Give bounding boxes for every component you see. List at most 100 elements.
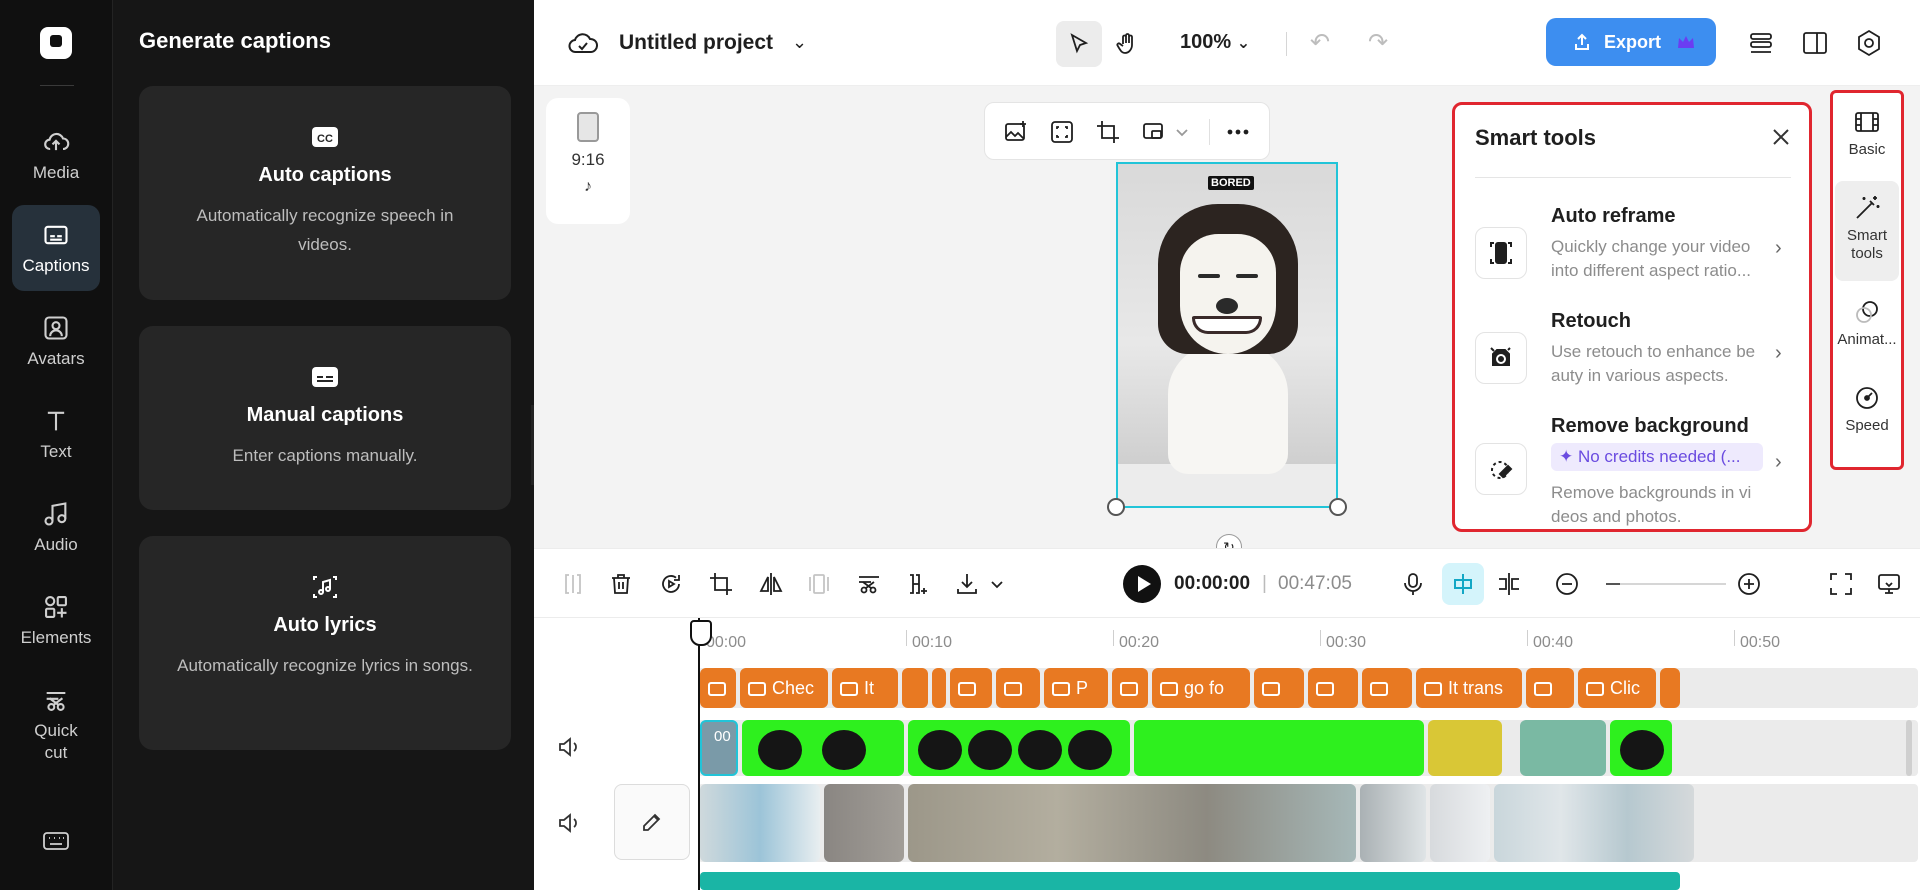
rotate-handle[interactable]: ↻ <box>1216 534 1242 548</box>
fit-frame-icon[interactable] <box>1049 119 1075 145</box>
speaker-icon[interactable] <box>556 734 582 760</box>
caption-clip[interactable] <box>932 668 946 708</box>
video-clip[interactable]: 00 <box>700 720 738 776</box>
chevron-down-icon[interactable]: ⌄ <box>792 32 807 53</box>
settings-gear-icon[interactable] <box>1854 28 1884 58</box>
nav-item-quick-cut[interactable]: Quick cut <box>12 670 100 770</box>
broll-clip[interactable] <box>1494 784 1694 862</box>
video-clip[interactable] <box>908 720 1130 776</box>
freeze-frame-icon[interactable] <box>806 571 832 597</box>
caption-clip[interactable] <box>1362 668 1412 708</box>
crop-icon[interactable] <box>1095 119 1121 145</box>
remove-background-icon <box>1475 443 1527 495</box>
zoom-slider[interactable] <box>1606 583 1726 585</box>
auto-lyrics-card[interactable]: Auto lyrics Automatically recognize lyri… <box>139 536 511 750</box>
broll-clip[interactable] <box>908 784 1356 862</box>
zoom-select[interactable]: 100% ⌄ <box>1180 31 1250 54</box>
caption-clip[interactable]: It <box>832 668 898 708</box>
select-tool-button[interactable] <box>1056 21 1102 67</box>
auto-reframe-item[interactable]: Auto reframe Quickly change your video i… <box>1475 205 1795 305</box>
video-clip[interactable] <box>1134 720 1424 776</box>
nav-item-elements[interactable]: Elements <box>12 577 100 663</box>
audio-track[interactable] <box>700 872 1680 890</box>
keyboard-shortcuts-icon[interactable] <box>42 830 70 852</box>
caption-clip[interactable]: Chec <box>740 668 828 708</box>
broll-clip[interactable] <box>1360 784 1426 862</box>
nav-item-text[interactable]: Text <box>12 391 100 477</box>
remove-background-item[interactable]: Remove background ✦ No credits needed (.… <box>1475 415 1795 529</box>
flip-icon[interactable] <box>758 571 784 597</box>
video-clip[interactable] <box>1520 720 1606 776</box>
speaker-icon[interactable] <box>556 810 582 836</box>
caption-clip[interactable] <box>996 668 1040 708</box>
caption-clip[interactable] <box>700 668 736 708</box>
video-clip[interactable] <box>742 720 904 776</box>
zoom-out-icon[interactable] <box>1554 571 1580 597</box>
retouch-item[interactable]: Retouch Use retouch to enhance be auty i… <box>1475 310 1795 410</box>
rail-item-smart-tools[interactable]: Smart tools <box>1835 181 1899 281</box>
caption-clip[interactable] <box>1112 668 1148 708</box>
auto-snap-button[interactable] <box>1442 563 1484 605</box>
nav-item-captions[interactable]: Captions <box>12 205 100 291</box>
caption-clip[interactable]: P <box>1044 668 1108 708</box>
play-button[interactable] <box>1123 565 1161 603</box>
caption-clip[interactable] <box>902 668 928 708</box>
resize-handle[interactable] <box>1107 498 1125 516</box>
chevron-down-icon[interactable] <box>1169 119 1189 145</box>
hand-tool-button[interactable] <box>1104 21 1150 67</box>
nav-item-audio[interactable]: Audio <box>12 484 100 570</box>
caption-clip[interactable] <box>950 668 992 708</box>
timeline-scrollbar[interactable] <box>1906 720 1912 776</box>
fullscreen-icon[interactable] <box>1828 571 1854 597</box>
close-icon[interactable] <box>1769 125 1793 149</box>
monitor-icon[interactable] <box>1876 571 1902 597</box>
layers-icon[interactable] <box>1746 28 1776 58</box>
caption-clip[interactable]: go fo <box>1152 668 1250 708</box>
resize-handle[interactable] <box>1329 498 1347 516</box>
caption-clip[interactable] <box>1308 668 1358 708</box>
microphone-icon[interactable] <box>1400 571 1426 597</box>
redo-icon[interactable]: ↷ <box>1368 30 1394 56</box>
split-clip-icon[interactable] <box>1496 571 1522 597</box>
replay-icon[interactable] <box>658 571 684 597</box>
auto-captions-card[interactable]: CC Auto captions Automatically recognize… <box>139 86 511 300</box>
broll-clip[interactable] <box>1430 784 1490 862</box>
broll-clip[interactable] <box>824 784 904 862</box>
cloud-sync-icon[interactable] <box>568 30 598 56</box>
caption-clip[interactable] <box>1660 668 1680 708</box>
caption-clip[interactable]: It trans <box>1416 668 1522 708</box>
caption-clip[interactable] <box>1526 668 1574 708</box>
nav-item-media[interactable]: Media <box>12 112 100 198</box>
rail-item-basic[interactable]: Basic <box>1835 95 1899 177</box>
split-icon[interactable] <box>560 571 586 597</box>
download-icon[interactable] <box>954 571 980 597</box>
undo-icon[interactable]: ↶ <box>1310 30 1336 56</box>
chevron-down-icon[interactable] <box>984 571 1003 597</box>
app-logo[interactable] <box>40 27 72 59</box>
image-add-icon[interactable] <box>1003 119 1029 145</box>
edit-track-button[interactable] <box>614 784 690 860</box>
more-options-icon[interactable] <box>1225 119 1251 145</box>
zoom-in-icon[interactable] <box>1736 571 1762 597</box>
video-clip[interactable] <box>1428 720 1502 776</box>
video-preview[interactable]: BORED <box>1116 162 1338 508</box>
manual-captions-card[interactable]: Manual captions Enter captions manually. <box>139 326 511 510</box>
crop-icon[interactable] <box>708 571 734 597</box>
nav-item-avatars[interactable]: Avatars <box>12 298 100 384</box>
broll-clip[interactable] <box>700 784 820 862</box>
text-split-icon[interactable] <box>906 571 932 597</box>
rail-item-speed[interactable]: Speed <box>1835 371 1899 453</box>
delete-icon[interactable] <box>608 571 634 597</box>
video-clip[interactable] <box>1610 720 1672 776</box>
project-title[interactable]: Untitled project <box>619 31 773 55</box>
playhead[interactable] <box>690 618 712 890</box>
smart-cut-icon[interactable] <box>856 571 882 597</box>
cc-icon: CC <box>310 122 340 152</box>
split-view-icon[interactable] <box>1800 28 1830 58</box>
aspect-ratio-card[interactable]: 9:16 ♪ <box>546 98 630 224</box>
export-button[interactable]: Export <box>1546 18 1716 66</box>
caption-clip[interactable] <box>1254 668 1304 708</box>
rail-item-animation[interactable]: Animat... <box>1835 285 1899 367</box>
caption-clip[interactable]: Clic <box>1578 668 1656 708</box>
replace-media-icon[interactable] <box>1141 119 1167 145</box>
